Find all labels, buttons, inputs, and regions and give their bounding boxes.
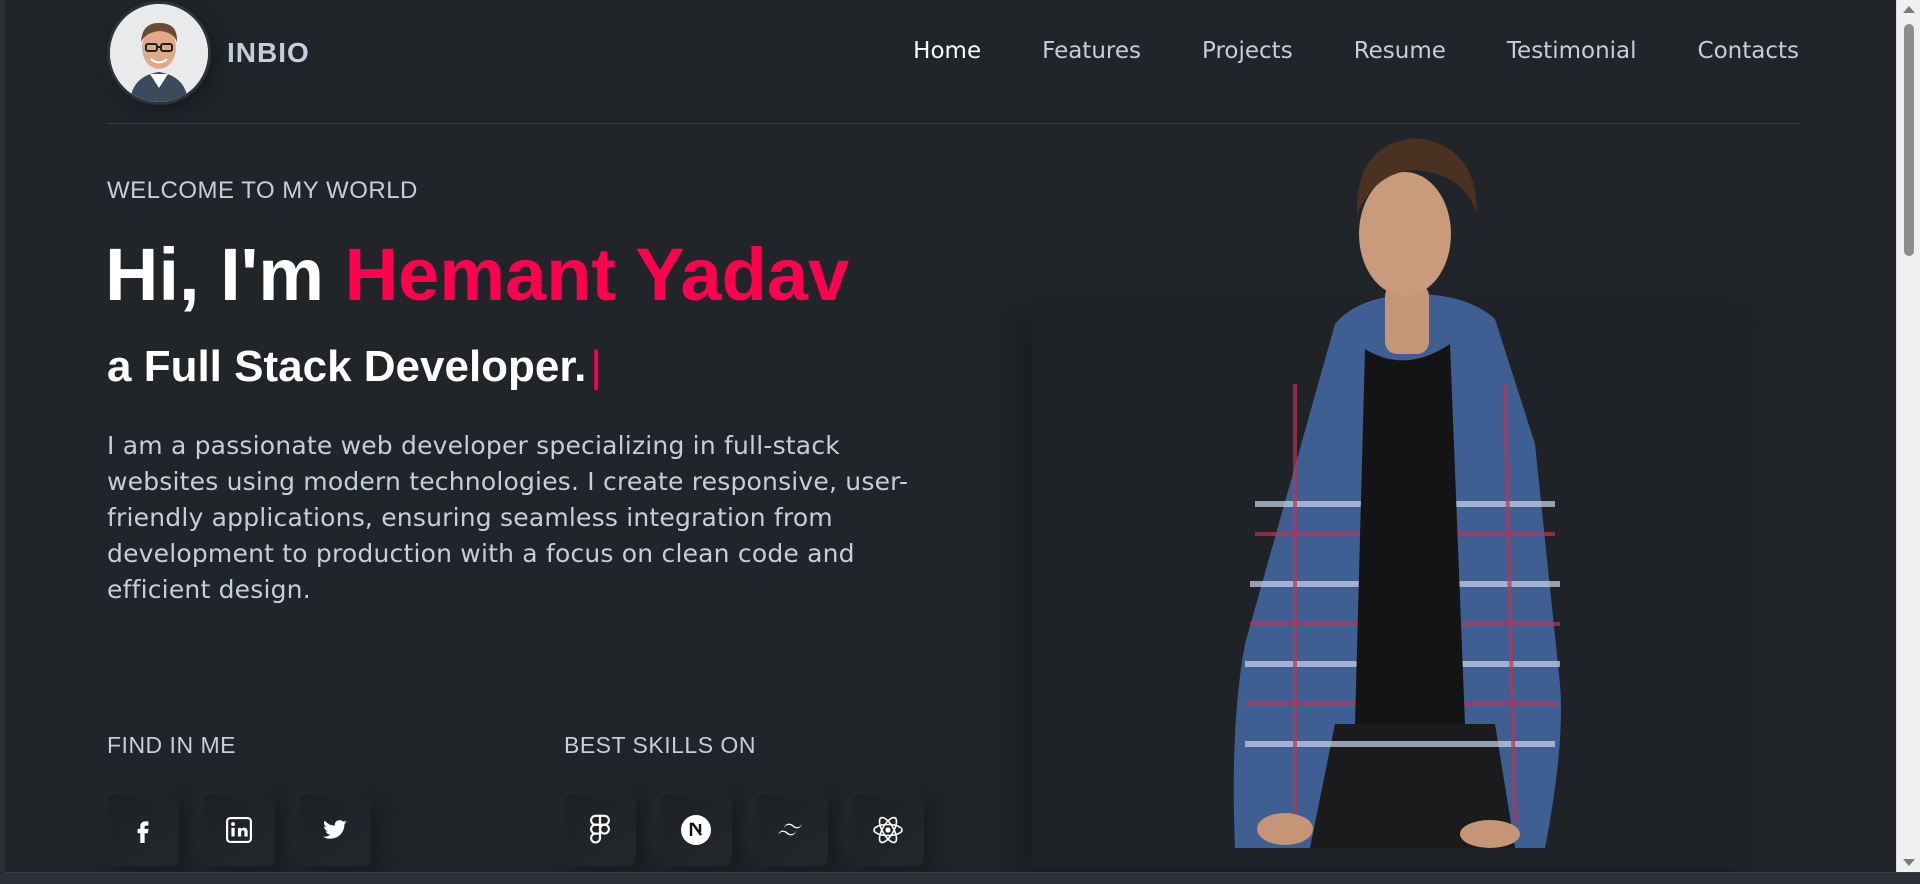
twitter-button[interactable]	[299, 794, 371, 866]
scroll-thumb[interactable]	[1904, 24, 1914, 256]
nextjs-icon	[681, 815, 711, 845]
welcome-text: WELCOME TO MY WORLD	[107, 177, 418, 204]
nav-features[interactable]: Features	[1042, 38, 1141, 64]
scroll-up-arrow-icon[interactable]	[1903, 6, 1915, 13]
skills-list	[564, 794, 948, 866]
window-bottom-edge	[5, 872, 1920, 884]
twitter-icon	[323, 820, 347, 839]
typing-cursor: |	[590, 342, 602, 391]
facebook-button[interactable]	[107, 794, 179, 866]
linkedin-button[interactable]	[203, 794, 275, 866]
social-links	[107, 794, 395, 866]
nextjs-skill[interactable]	[660, 794, 732, 866]
facebook-icon	[137, 821, 149, 843]
react-icon	[873, 816, 903, 844]
hero-person-image	[1233, 138, 1561, 848]
brand-name[interactable]: INBIO	[227, 37, 310, 69]
nav-contacts[interactable]: Contacts	[1698, 38, 1799, 64]
logo[interactable]: INBIO	[107, 0, 310, 106]
scroll-down-arrow-icon[interactable]	[1903, 859, 1915, 866]
greeting: Hi, I'm	[105, 233, 325, 316]
skills-title: BEST SKILLS ON	[564, 732, 756, 758]
role-text: a Full Stack Developer.	[107, 342, 587, 391]
main-nav: Home Features Projects Resume Testimonia…	[852, 38, 1799, 64]
find-me-title: FIND IN ME	[107, 732, 236, 758]
site-header: INBIO Home Features Projects Resume Test…	[107, 0, 1799, 124]
avatar	[107, 1, 211, 105]
avatar-image	[110, 4, 208, 102]
hero-description: I am a passionate web developer speciali…	[107, 431, 909, 604]
hero-role: a Full Stack Developer.|	[107, 342, 602, 392]
nav-resume[interactable]: Resume	[1354, 38, 1446, 64]
tailwind-skill[interactable]	[756, 794, 828, 866]
hero-name: Hemant Yadav	[344, 233, 850, 316]
nav-projects[interactable]: Projects	[1202, 38, 1293, 64]
portfolio-page: INBIO Home Features Projects Resume Test…	[0, 0, 1920, 884]
nav-home[interactable]: Home	[913, 38, 981, 64]
nav-testimonial[interactable]: Testimonial	[1507, 38, 1637, 64]
figma-icon	[590, 814, 610, 844]
react-skill[interactable]	[852, 794, 924, 866]
tailwind-icon	[778, 823, 802, 836]
vertical-scrollbar[interactable]	[1896, 0, 1920, 872]
figma-skill[interactable]	[564, 794, 636, 866]
linkedin-icon	[226, 817, 252, 843]
hero-heading: Hi, I'm Hemant Yadav	[105, 232, 849, 317]
